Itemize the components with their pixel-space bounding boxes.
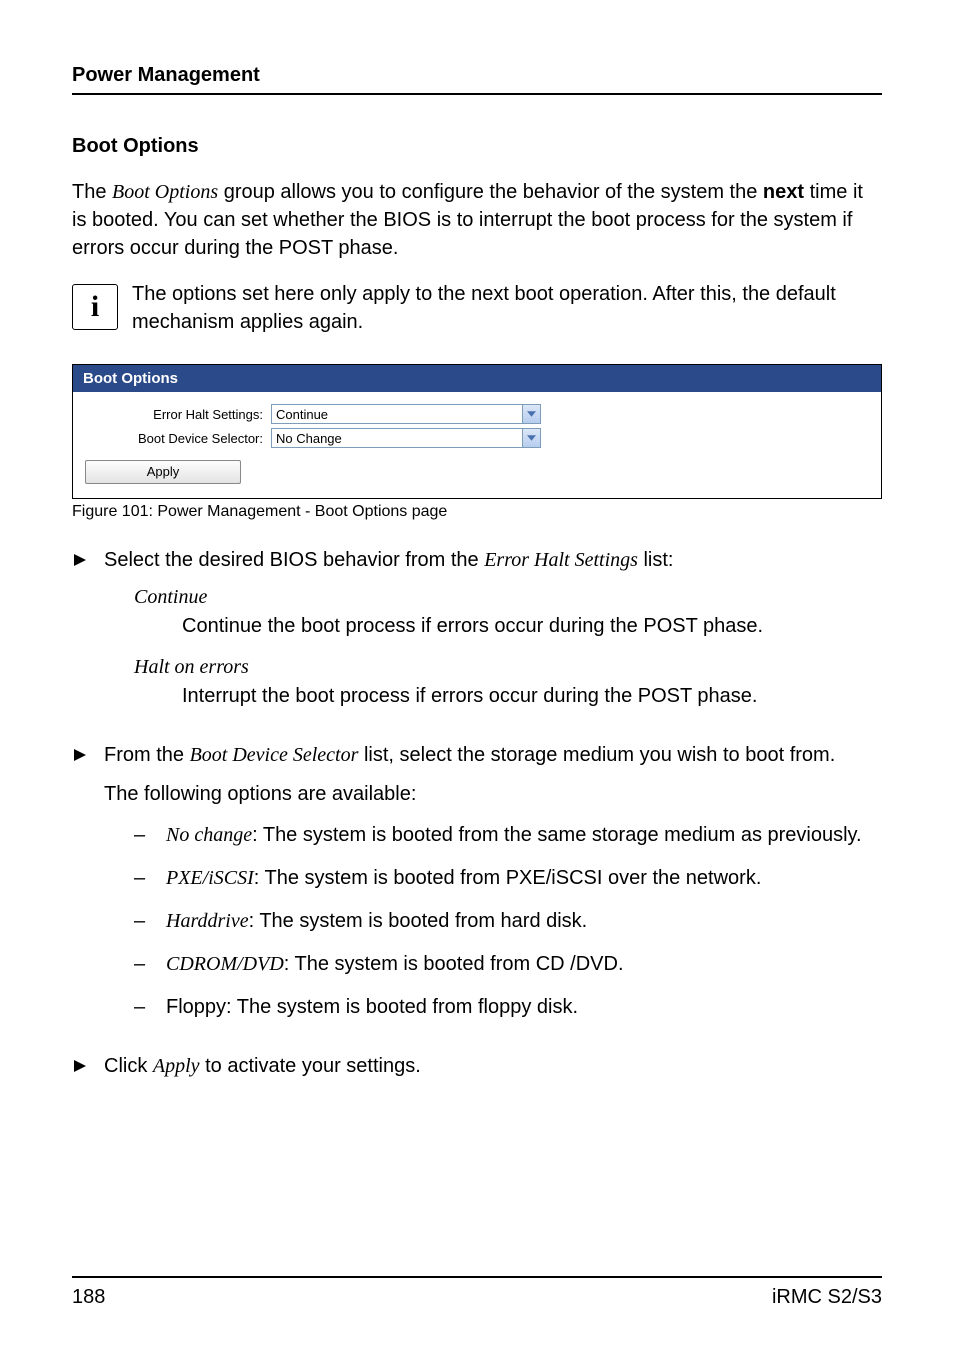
list-item: – PXE/iSCSI: The system is booted from P… [134,865,882,892]
apply-button[interactable]: Apply [85,460,241,484]
info-text: The options set here only apply to the n… [132,280,882,336]
definition-list: Continue Continue the boot process if er… [134,584,882,710]
form-label: Boot Device Selector: [85,431,271,446]
dropdown-value: No Change [272,431,522,446]
definition-description: Interrupt the boot process if errors occ… [182,683,882,710]
triangle-bullet-icon [72,742,90,1039]
dash-bullet: – [134,994,148,1021]
error-halt-dropdown[interactable]: Continue [271,404,541,424]
triangle-bullet-icon [72,1053,90,1080]
text: to activate your settings. [200,1055,421,1077]
list-item: – Floppy: The system is booted from flop… [134,994,882,1021]
chevron-down-icon[interactable] [522,405,540,423]
doc-id: iRMC S2/S3 [772,1286,882,1309]
list-item: Click Apply to activate your settings. [72,1053,882,1080]
list-item: – No change: The system is booted from t… [134,822,882,849]
options-list: – No change: The system is booted from t… [134,822,882,1021]
boot-device-dropdown[interactable]: No Change [271,428,541,448]
list-item: Select the desired BIOS behavior from th… [72,547,882,728]
text-italic: PXE/iSCSI [166,867,254,889]
text: list: [638,549,674,571]
dropdown-value: Continue [272,407,522,422]
list-item: From the Boot Device Selector list, sele… [72,742,882,1039]
list-item: – CDROM/DVD: The system is booted from C… [134,951,882,978]
text-italic: Error Halt Settings [484,549,638,571]
text: group allows you to configure the behavi… [218,181,763,203]
text-italic: Boot Device Selector [190,744,359,766]
text: : The system is booted from CD /DVD. [284,953,624,975]
text-italic: Apply [153,1055,200,1077]
dash-bullet: – [134,822,148,849]
form-row: Error Halt Settings: Continue [85,404,869,424]
running-header: Power Management [72,64,882,95]
definition-description: Continue the boot process if errors occu… [182,613,882,640]
text: Floppy: The system is booted from floppy… [166,994,882,1021]
info-icon [72,284,118,330]
triangle-bullet-icon [72,547,90,728]
dash-bullet: – [134,865,148,892]
list-item: – Harddrive: The system is booted from h… [134,908,882,935]
definition-term: Continue [134,584,882,611]
text: Click [104,1055,153,1077]
form-row: Boot Device Selector: No Change [85,428,869,448]
text-italic: Harddrive [166,910,249,932]
figure-body: Error Halt Settings: Continue Boot Devic… [73,392,881,498]
dash-bullet: – [134,951,148,978]
figure-screenshot: Boot Options Error Halt Settings: Contin… [72,364,882,499]
dash-bullet: – [134,908,148,935]
text: From the [104,744,190,766]
chevron-down-icon[interactable] [522,429,540,447]
text: : The system is booted from hard disk. [249,910,588,932]
form-label: Error Halt Settings: [85,407,271,422]
text-italic: CDROM/DVD [166,953,284,975]
text: The [72,181,112,203]
definition-term: Halt on errors [134,654,882,681]
text: : The system is booted from the same sto… [252,824,862,846]
figure-caption: Figure 101: Power Management - Boot Opti… [72,503,882,521]
intro-paragraph: The Boot Options group allows you to con… [72,178,882,262]
text-italic: Boot Options [112,181,218,203]
figure-title-bar: Boot Options [73,365,881,392]
text: list, select the storage medium you wish… [358,744,835,766]
procedure-list: Select the desired BIOS behavior from th… [72,547,882,1080]
text-bold: next [763,181,804,203]
info-note: The options set here only apply to the n… [72,280,882,336]
page-footer: 188 iRMC S2/S3 [72,1276,882,1309]
section-heading: Boot Options [72,135,882,158]
text: : The system is booted from PXE/iSCSI ov… [254,867,762,889]
page-number: 188 [72,1286,105,1309]
options-intro: The following options are available: [104,781,882,808]
text: Select the desired BIOS behavior from th… [104,549,484,571]
text-italic: No change [166,824,252,846]
